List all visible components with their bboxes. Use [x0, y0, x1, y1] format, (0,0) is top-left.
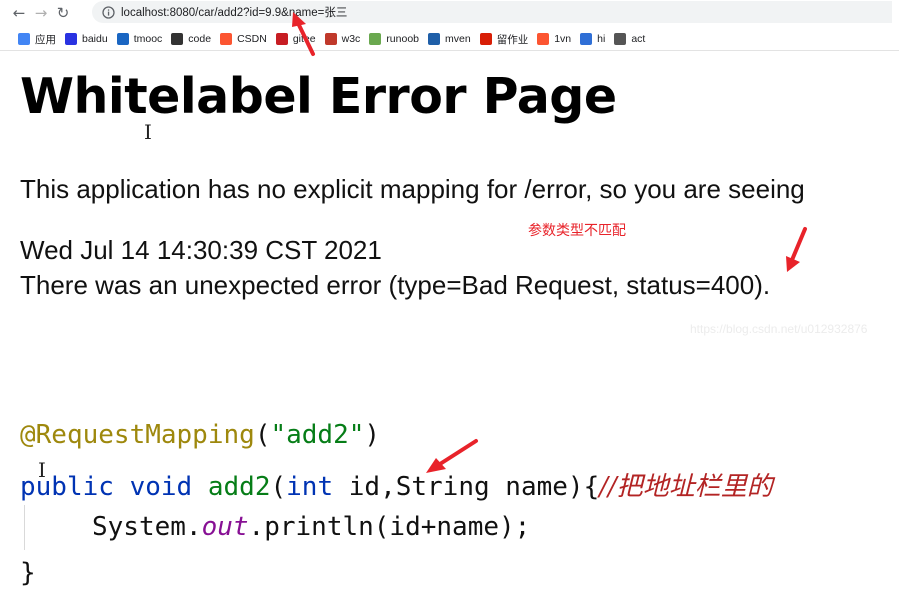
bookmark-label: runoob [386, 33, 420, 45]
bookmark-item[interactable]: runoob [369, 33, 419, 45]
browser-toolbar: ← → ↻ localhost:8080/car/add2?id=9.9&nam… [0, 0, 899, 26]
error-detail: There was an unexpected error (type=Bad … [20, 270, 771, 300]
runoob-icon [369, 33, 382, 45]
bookmark-item[interactable]: act [614, 33, 645, 45]
bookmark-item[interactable]: baidu [65, 33, 108, 45]
bookmark-label: CSDN [237, 33, 267, 45]
bookmark-item[interactable]: hi [580, 33, 605, 45]
error-timestamp: Wed Jul 14 14:30:39 CST 2021 [20, 235, 382, 265]
bookmark-label: gitee [292, 33, 316, 45]
code-line-2: public void add2(int id,String name){//把… [20, 466, 773, 503]
bookmark-label: 应用 [35, 33, 56, 46]
bookmark-item[interactable]: code [171, 33, 211, 45]
code-paren: ) [364, 420, 381, 450]
code-paren: ( [254, 420, 271, 450]
act-icon [614, 33, 627, 45]
tmooc-icon [479, 33, 492, 45]
hi-icon [580, 33, 593, 45]
bookmark-item[interactable]: 应用 [18, 32, 56, 47]
bookmark-item[interactable]: tmooc [116, 33, 163, 45]
bookmark-item[interactable]: CSDN [220, 33, 267, 45]
code-class: System. [92, 512, 202, 542]
code-keyword: int [286, 472, 334, 502]
text-cursor-icon: I [144, 120, 152, 144]
bookmark-item[interactable]: mven [428, 33, 471, 45]
code-indent-guide [24, 505, 25, 550]
info-icon[interactable] [101, 5, 115, 19]
error-message: This application has no explicit mapping… [20, 174, 805, 204]
address-bar[interactable]: localhost:8080/car/add2?id=9.9&name=张三 [92, 1, 892, 23]
bookmark-label: code [188, 33, 212, 45]
url-text[interactable]: localhost:8080/car/add2?id=9.9&name=张三 [121, 4, 347, 20]
code-method: add2 [207, 472, 271, 502]
bookmark-label: baidu [82, 33, 108, 45]
csdn-icon [220, 33, 233, 45]
annotation-note: 参数类型不匹配 [528, 223, 626, 239]
code-keyword: void [129, 472, 193, 502]
mvn-icon [428, 33, 441, 45]
bookmark-label: mven [445, 33, 471, 45]
bookmark-label: 1vn [554, 33, 572, 45]
baidu-paw-icon [65, 33, 77, 45]
code-params: id,String name){ [333, 472, 600, 502]
bookmark-label: 留作业 [496, 33, 529, 46]
code-annotation: @RequestMapping [20, 420, 255, 450]
bookmark-item[interactable]: w3c [324, 33, 361, 45]
code-string: "add2" [270, 420, 365, 450]
tmooc-icon [116, 33, 129, 45]
code-line-4: } [20, 558, 36, 588]
bookmark-label: tmooc [133, 33, 163, 45]
back-arrow-icon[interactable]: ← [8, 2, 30, 24]
bookmark-label: w3c [341, 33, 361, 45]
page-title: Whitelabel Error Page [20, 68, 617, 125]
code-line-1: @RequestMapping("add2") [20, 420, 380, 450]
bookmarks-bar: 应用 baidu tmooc code CSDN gitee w3c runoob mven 留作… [0, 28, 899, 51]
apps-grid-icon [18, 33, 30, 45]
w3c-icon [324, 33, 337, 45]
code-keyword: public [20, 472, 114, 502]
code-line-3: System.out.println(id+name); [92, 512, 530, 542]
bookmark-item[interactable]: 留作业 [479, 32, 529, 47]
reload-icon[interactable]: ↻ [52, 2, 74, 24]
code-icon [171, 33, 184, 45]
code-field: out [201, 512, 249, 542]
bookmark-item[interactable]: gitee [275, 33, 316, 45]
code-comment: //把地址栏里的 [599, 472, 773, 502]
bookmark-item[interactable]: 1vn [537, 33, 571, 45]
bookmark-label: hi [597, 33, 606, 45]
watermark: https://blog.csdn.net/u012932876 [690, 322, 868, 336]
gitee-icon [275, 33, 288, 45]
arrow-to-status-icon [786, 227, 807, 272]
csdn-icon [537, 33, 550, 45]
text-cursor-icon: I [38, 458, 46, 482]
bookmark-label: act [631, 33, 646, 45]
code-call: .println(id+name); [248, 512, 531, 542]
forward-arrow-icon[interactable]: → [30, 2, 52, 24]
code-paren: ( [270, 472, 287, 502]
